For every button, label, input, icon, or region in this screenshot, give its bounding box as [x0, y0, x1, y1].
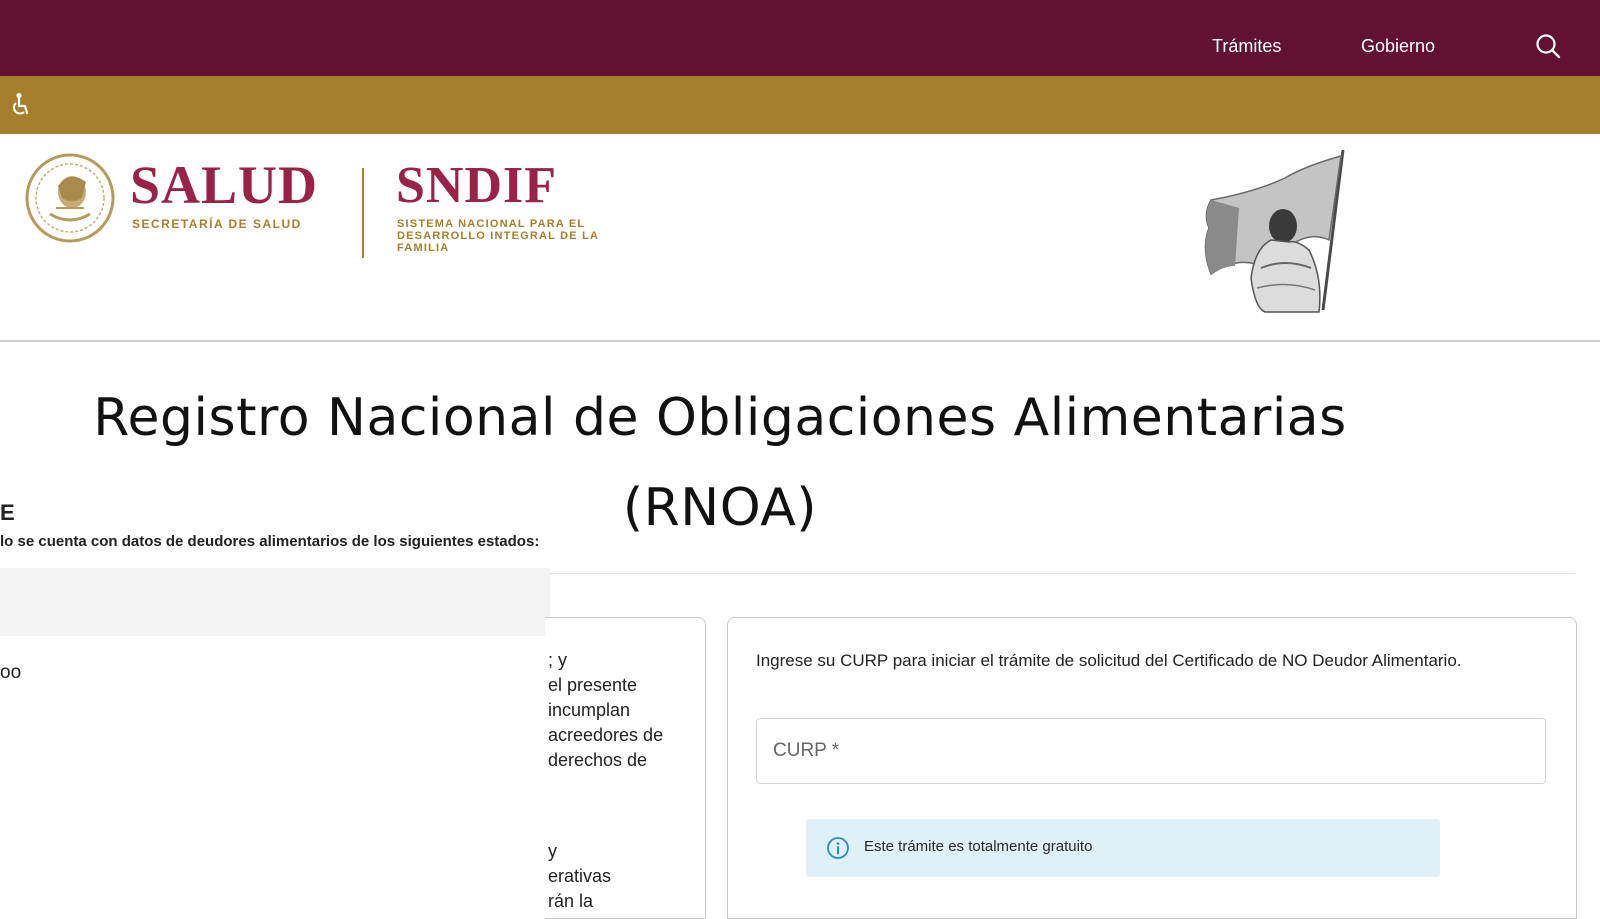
- mexican-coat-of-arms-seal-icon: [25, 153, 115, 243]
- info-card-line: acreedores de: [548, 725, 664, 745]
- brand-sndif-title: SNDIF: [396, 157, 558, 214]
- page-title-line1: Registro Nacional de Obligaciones Alimen…: [93, 388, 1347, 448]
- info-card-line: rán la: [548, 891, 594, 911]
- page-title-line2: (RNOA): [622, 478, 818, 538]
- info-card-text-lower: y erativas rán la: [548, 839, 698, 914]
- overlay-notice-text: lo se cuenta con datos de deudores alime…: [0, 533, 540, 550]
- overlay-text-fragment: oo: [0, 662, 22, 683]
- info-card-line: y: [548, 841, 557, 861]
- info-card-text: ; y el presente incumplan acreedores de …: [548, 648, 698, 773]
- top-navigation-bar: Trámites Gobierno: [0, 0, 1600, 76]
- brand-divider: [362, 168, 364, 258]
- info-card-line: erativas: [548, 866, 612, 886]
- title-divider: [545, 573, 1575, 574]
- accessibility-bar: [0, 76, 1600, 134]
- info-card-line: incumplan: [548, 700, 631, 720]
- header-separator: [0, 340, 1600, 342]
- heroine-with-flag-illustration: [1204, 149, 1345, 313]
- info-card-line: derechos de: [548, 750, 648, 770]
- brand-sndif-subtitle: SISTEMA NACIONAL PARA EL DESARROLLO INTE…: [397, 218, 599, 254]
- free-procedure-text: Este trámite es totalmente gratuito: [864, 838, 1093, 855]
- brand-salud-subtitle: SECRETARÍA DE SALUD: [132, 217, 302, 231]
- search-icon[interactable]: [1535, 33, 1561, 59]
- brand-salud-title: SALUD: [130, 155, 319, 215]
- info-card-line: el presente: [548, 675, 638, 695]
- nav-link-tramites[interactable]: Trámites: [1212, 36, 1281, 57]
- curp-input[interactable]: [756, 718, 1546, 784]
- info-card-line: ; y: [548, 650, 568, 670]
- info-icon: [827, 837, 849, 859]
- nav-link-gobierno[interactable]: Gobierno: [1361, 36, 1435, 57]
- overlay-heading-fragment: E: [0, 500, 15, 525]
- accessibility-icon[interactable]: [10, 92, 32, 118]
- overlay-grey-block: [0, 568, 550, 636]
- curp-instructions: Ingrese su CURP para iniciar el trámite …: [756, 651, 1462, 670]
